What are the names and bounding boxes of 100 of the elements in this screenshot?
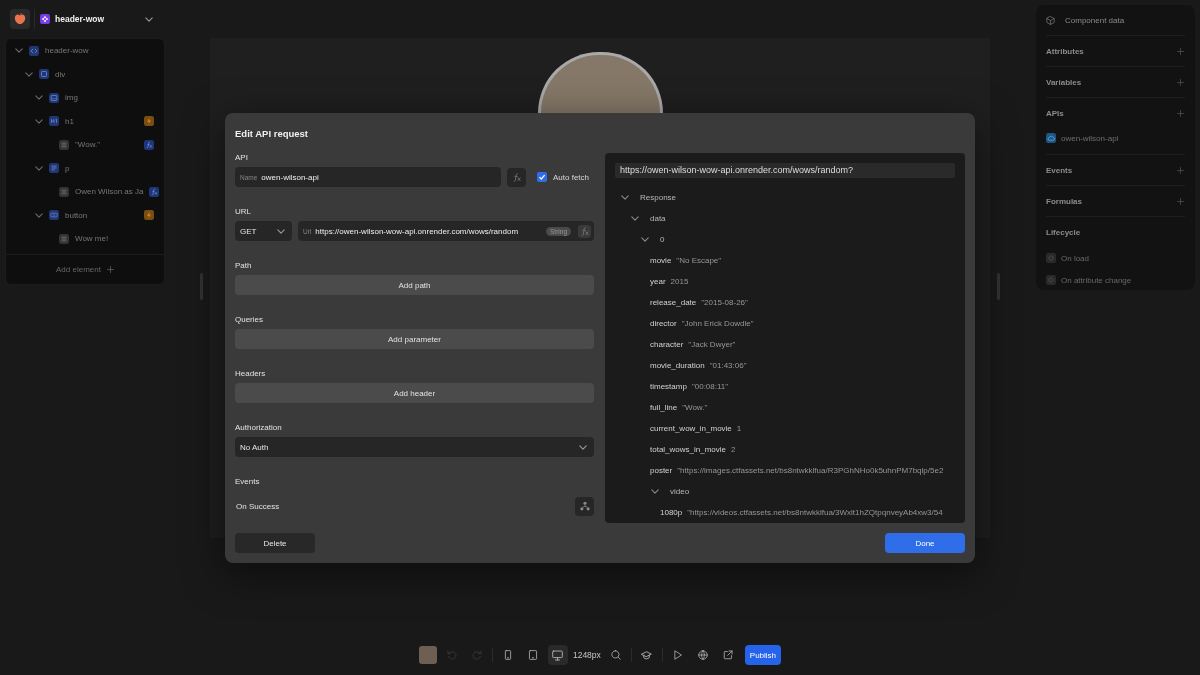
checkbox-label: Auto fetch — [553, 172, 590, 182]
plus-icon — [1177, 78, 1184, 86]
chevron-icon[interactable] — [35, 212, 43, 218]
delete-button[interactable]: Delete — [235, 533, 315, 553]
formula-button[interactable] — [578, 224, 591, 238]
json-node[interactable]: video — [670, 487, 690, 496]
play-icon — [672, 650, 683, 660]
workflow-button[interactable] — [575, 496, 594, 516]
add-button[interactable]: Add path — [235, 275, 594, 295]
add-button[interactable]: Add header — [235, 383, 594, 403]
monitor-icon — [552, 649, 564, 661]
chevron-icon[interactable] — [25, 71, 33, 77]
field-value: https://owen-wilson-wow-api.onrender.com/wows/random — [315, 226, 520, 236]
json-value: 2015 — [670, 277, 689, 286]
layer-name[interactable]: img — [65, 93, 78, 103]
json-value: "2015-08-26" — [701, 298, 748, 307]
plus-icon — [1177, 109, 1184, 117]
undo-icon — [446, 650, 457, 660]
function-icon[interactable] — [149, 186, 160, 197]
section-label: Headers — [235, 369, 266, 379]
list-item[interactable]: On load — [1061, 253, 1090, 263]
globe-icon — [697, 650, 708, 660]
chevron-icon[interactable] — [35, 118, 43, 124]
logo-icon[interactable] — [10, 9, 30, 29]
field-value: owen-wilson-api — [261, 172, 319, 182]
json-key: timestamp — [650, 382, 687, 391]
plus-icon — [1177, 197, 1184, 205]
text-lines-icon — [59, 233, 69, 244]
tablet-icon — [527, 650, 538, 660]
add-element-button[interactable]: Add element — [56, 261, 114, 278]
component-selector[interactable]: header-wow — [39, 9, 165, 29]
function-icon — [512, 172, 521, 182]
chevron-icon[interactable] — [621, 195, 629, 200]
list-item[interactable]: owen-wilson-api — [1061, 133, 1119, 143]
layer-name[interactable]: Wow me! — [75, 234, 109, 244]
list-item[interactable]: On attribute change — [1061, 275, 1132, 285]
section-label: Queries — [235, 315, 263, 325]
add-button[interactable]: Add parameter — [235, 329, 594, 349]
chevron-icon[interactable] — [277, 228, 285, 234]
json-key: release_date — [650, 298, 697, 307]
layer-name[interactable]: button — [65, 210, 88, 220]
request-url: https://owen-wilson-wow-api.onrender.com/wows/random? — [615, 163, 955, 178]
cloud-icon — [1046, 133, 1056, 143]
json-key: movie — [650, 256, 672, 265]
done-button[interactable]: Done — [885, 533, 965, 553]
photo-placeholder[interactable] — [418, 646, 437, 664]
panel-title: Component data — [1065, 15, 1125, 25]
json-value: "No Escape" — [676, 256, 722, 265]
layer-name[interactable]: "Wow." — [75, 140, 101, 150]
plus-icon — [1177, 47, 1184, 55]
code-icon — [29, 45, 39, 56]
text-lines-icon — [59, 186, 69, 197]
json-node[interactable]: 0 — [660, 235, 665, 244]
lightning-icon[interactable] — [144, 116, 154, 127]
chevron-icon[interactable] — [35, 165, 43, 171]
square-icon — [39, 69, 49, 80]
paragraph-icon — [49, 163, 59, 174]
diamond-icon — [1046, 253, 1056, 263]
section-label: Path — [235, 261, 252, 271]
width-label: 1248px — [572, 650, 601, 660]
image-icon — [49, 92, 59, 103]
method-select[interactable]: GET — [235, 221, 292, 241]
formula-button[interactable] — [507, 167, 526, 187]
json-node[interactable]: Response — [640, 193, 677, 202]
layer-name[interactable]: p — [65, 163, 70, 173]
section-label: Authorization — [235, 423, 282, 433]
layer-name[interactable]: div — [55, 69, 66, 79]
json-key: 1080p — [660, 508, 683, 517]
chevron-icon[interactable] — [579, 444, 587, 450]
desktop-view-button[interactable] — [547, 645, 568, 665]
json-value: "https://videos.ctfassets.net/bs8ntwkklfua/3Wxlt1hZQtpqnveyAb4xw3/54 — [687, 508, 943, 517]
chevron-icon[interactable] — [651, 489, 659, 494]
publish-button[interactable]: Publish — [744, 645, 782, 665]
chevron-icon[interactable] — [641, 237, 649, 242]
chevron-icon[interactable] — [631, 216, 639, 221]
plus-icon — [106, 266, 114, 273]
layer-name[interactable]: header-wow — [45, 46, 89, 56]
text-lines-icon — [59, 139, 69, 150]
diamond-icon — [1046, 275, 1056, 285]
json-node[interactable]: data — [650, 214, 666, 223]
search-icon — [610, 650, 621, 660]
layer-name[interactable]: Owen Wilson as Ja — [75, 187, 144, 197]
plus-icon — [1177, 166, 1184, 174]
function-icon[interactable] — [144, 139, 154, 150]
button-icon — [49, 210, 59, 221]
json-key: full_line — [650, 403, 678, 412]
checkbox[interactable] — [537, 172, 547, 182]
chevron-icon[interactable] — [145, 16, 153, 22]
json-value: 1 — [736, 424, 742, 433]
external-link-icon — [722, 650, 733, 660]
chevron-icon[interactable] — [35, 95, 43, 101]
section-label: API — [235, 153, 248, 163]
section-title: Formulas — [1046, 196, 1082, 206]
section-label: Events — [235, 477, 260, 487]
lightning-icon[interactable] — [144, 210, 154, 221]
heading-icon — [49, 116, 59, 127]
chevron-icon[interactable] — [15, 48, 23, 54]
cube-icon — [1046, 15, 1055, 25]
layer-name[interactable]: h1 — [65, 116, 74, 126]
authorization-select[interactable]: No Auth — [235, 437, 594, 457]
